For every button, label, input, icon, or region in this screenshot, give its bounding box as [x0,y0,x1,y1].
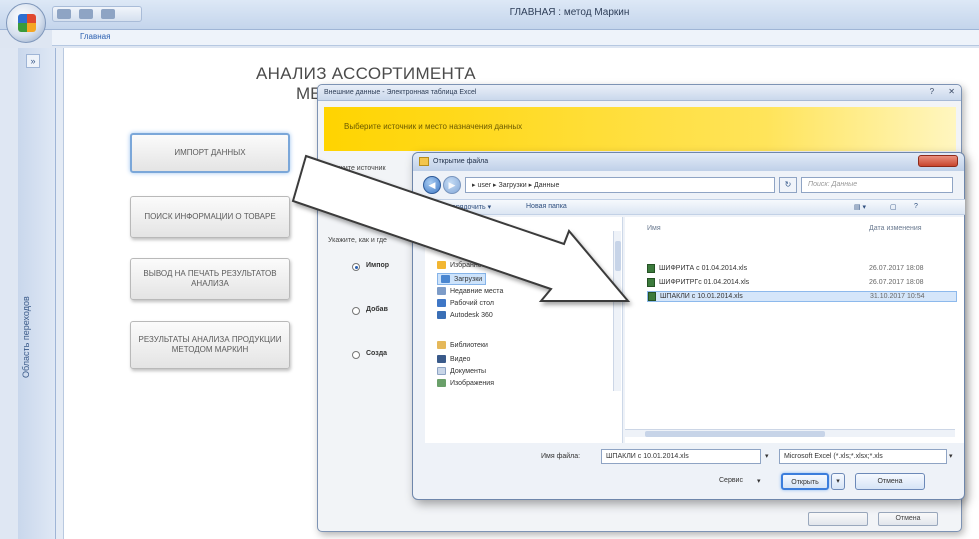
dialog-buttons: Сервис ▾ Открыть ▾ Отмена [419,473,959,491]
option-import-radio[interactable] [352,263,360,271]
tree-item-access[interactable]: Microsoft Office Access [437,231,523,239]
external-dialog-title: Внешние данные - Электронная таблица Exc… [318,85,961,101]
desktop-icon [437,299,446,307]
option-link-radio[interactable] [352,351,360,359]
downloads-icon [441,275,450,283]
option-import-label: Импор [366,262,389,269]
tree-scroll-thumb[interactable] [615,241,621,271]
close-button[interactable]: ✕ [948,87,955,96]
tree-item-recent[interactable]: Недавние места [437,287,503,295]
tree-item-downloads[interactable]: Загрузки [437,273,487,285]
left-strip [0,48,18,539]
file-type-select[interactable]: Microsoft Excel (*.xls;*.xlsx;*.xls [779,449,947,464]
source-label: Укажите источник [328,165,386,172]
address-field[interactable]: ▸ user ▸ Загрузки ▸ Данные [465,177,775,193]
cloud-icon [437,311,446,319]
new-folder-button[interactable]: Новая папка [526,203,567,210]
hscroll-thumb[interactable] [645,431,825,437]
destination-label: Укажите, как и где [328,237,387,244]
file-name-row: Имя файла: ШПАКЛИ с 10.01.2014.xls ▾ Mic… [419,449,959,465]
help-icon[interactable]: ? [914,203,918,210]
ribbon: Главная [52,30,979,46]
ok-button[interactable] [808,512,868,526]
file-toolbar: Упорядочить ▾ Новая папка ▤ ▾ ▢ ? [414,199,965,215]
navigation-pane[interactable]: » Область переходов [18,48,56,539]
excel-file-icon [647,264,655,273]
title-bar: ГЛАВНАЯ : метод Маркин [0,0,979,43]
navigation-tree: Microsoft Office Access Избранное Загруз… [425,217,623,443]
window-title: ГЛАВНАЯ : метод Маркин [509,7,630,18]
file-type-dropdown-icon[interactable]: ▾ [949,452,953,460]
library-icon [437,341,446,349]
tree-scrollbar[interactable] [613,231,621,391]
tab-home[interactable]: Главная [80,32,110,41]
print-results-button[interactable]: ВЫВОД НА ПЕЧАТЬ РЕЗУЛЬТАТОВ АНАЛИЗА [130,258,290,300]
option-link-label: Созда [366,350,388,357]
folder-icon [419,157,429,166]
tree-item-desktop[interactable]: Рабочий стол [437,299,494,307]
tree-item-autodesk[interactable]: Autodesk 360 [437,311,493,319]
external-dialog-controls: ? ✕ [918,87,955,96]
open-dialog-title-bar: Открытие файла [413,153,964,171]
file-list-hscrollbar[interactable] [625,429,955,437]
tree-item-video[interactable]: Видео [437,355,470,363]
refresh-icon[interactable]: ↻ [779,177,797,193]
file-name-input[interactable]: ШПАКЛИ с 10.01.2014.xls [601,449,761,464]
file-row-selected[interactable]: ШПАКЛИ с 10.01.2014.xls 31.10.2017 10:54 [647,291,957,302]
import-data-button[interactable]: ИМПОРТ ДАННЫХ [130,133,290,173]
help-button[interactable]: ? [930,87,934,96]
cancel-button[interactable]: Отмена [855,473,925,490]
option-append-radio[interactable] [352,307,360,315]
open-file-dialog: Открытие файла ◀ ▶ ▸ user ▸ Загрузки ▸ Д… [412,152,965,500]
column-name[interactable]: Имя [647,225,661,232]
video-icon [437,355,446,363]
recent-places-icon [437,287,446,295]
excel-file-icon [648,292,656,301]
file-name-label: Имя файла: [541,453,581,460]
wizard-banner: Выберите источник и место назначения дан… [324,107,956,151]
search-input[interactable]: Поиск: Данные [801,177,953,193]
documents-icon [437,367,446,375]
analysis-results-button[interactable]: РЕЗУЛЬТАТЫ АНАЛИЗА ПРОДУКЦИИ МЕТОДОМ МАР… [130,321,290,369]
file-list: Имя Дата изменения ШИФРИТА с 01.04.2014.… [625,217,964,443]
access-icon [437,231,446,239]
service-dropdown-icon[interactable]: ▾ [757,477,761,485]
open-split-arrow-icon[interactable]: ▾ [831,473,845,490]
nav-pane-label: Область переходов [21,296,31,378]
address-bar: ◀ ▶ ▸ user ▸ Загрузки ▸ Данные ↻ Поиск: … [419,175,959,197]
external-cancel-button[interactable]: Отмена [878,512,938,526]
organize-menu[interactable]: Упорядочить ▾ [444,203,491,211]
forward-arrow-icon[interactable]: ▶ [443,176,461,194]
open-button[interactable]: Открыть [781,473,829,490]
preview-pane-icon[interactable]: ▢ [890,203,897,211]
file-row[interactable]: ШИФРИТРГс 01.04.2014.xls 26.07.2017 18:08 [647,277,957,288]
column-date[interactable]: Дата изменения [869,225,922,232]
record-selector[interactable] [56,48,64,539]
tree-item-favorites[interactable]: Избранное [437,261,485,269]
file-name-dropdown-icon[interactable]: ▾ [765,452,769,460]
tree-item-documents[interactable]: Документы [437,367,486,375]
back-arrow-icon[interactable]: ◀ [423,176,441,194]
file-row[interactable]: ШИФРИТА с 01.04.2014.xls 26.07.2017 18:08 [647,263,957,274]
tree-item-images[interactable]: Изображения [437,379,494,387]
form-heading: АНАЛИЗ АССОРТИМЕНТА [256,64,476,83]
screen: ГЛАВНАЯ : метод Маркин Главная » Область… [0,0,979,539]
nav-pane-toggle-icon[interactable]: » [26,54,40,68]
banner-text: Выберите источник и место назначения дан… [344,122,523,131]
open-dialog-title: Открытие файла [433,158,489,165]
tree-item-libraries[interactable]: Библиотеки [437,341,488,349]
images-icon [437,379,446,387]
option-append-label: Добав [366,306,388,313]
star-icon [437,261,446,269]
open-dialog-close-button[interactable] [918,155,958,167]
service-menu[interactable]: Сервис [719,477,743,484]
excel-file-icon [647,278,655,287]
product-search-button[interactable]: ПОИСК ИНФОРМАЦИИ О ТОВАРЕ [130,196,290,238]
view-options-icon[interactable]: ▤ ▾ [854,203,866,211]
